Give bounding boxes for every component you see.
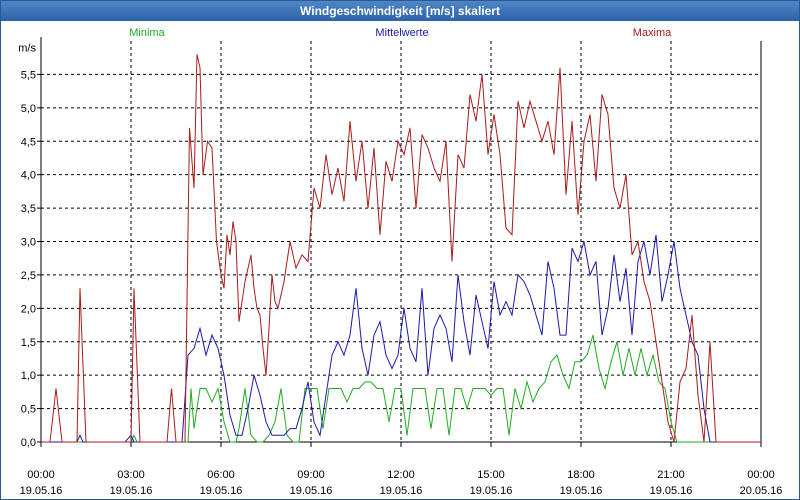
x-tick-time: 00:00	[747, 469, 775, 481]
x-tick-date: 19.05.16	[560, 485, 603, 497]
y-tick-label: 0,0	[21, 437, 36, 449]
y-tick-label: 3,5	[21, 203, 36, 215]
x-tick-date: 19.05.16	[110, 485, 153, 497]
x-tick-time: 03:00	[117, 469, 145, 481]
x-tick-time: 09:00	[297, 469, 325, 481]
x-tick-time: 00:00	[27, 469, 55, 481]
x-tick-date: 19.05.16	[20, 485, 63, 497]
axes: 0,0 0,5 1,0 1,5 2,0 2,5 3,0 3,5 4,0 4,5 5,0 5,5 m/s 0…	[18, 37, 782, 497]
y-tick-label: 1,5	[21, 337, 36, 349]
x-tick-date: 20.05.16	[740, 485, 783, 497]
window-title: Windgeschwindigkeit [m/s] skaliert	[1, 1, 799, 21]
y-tick-label: 5,0	[21, 103, 36, 115]
y-tick-label: 3,0	[21, 237, 36, 249]
legend: Minima Mittelwerte Maxima	[129, 27, 672, 39]
y-tick-label: 0,5	[21, 404, 36, 416]
x-tick-date: 19.05.16	[470, 485, 513, 497]
x-tick-time: 12:00	[387, 469, 415, 481]
chart-window: Windgeschwindigkeit [m/s] skaliert 0,0 0,…	[0, 0, 800, 500]
x-tick-time: 15:00	[477, 469, 505, 481]
y-axis-label: m/s	[18, 43, 36, 55]
x-tick-date: 19.05.16	[290, 485, 333, 497]
legend-label-mittelwerte: Mittelwerte	[375, 27, 428, 39]
y-tick-label: 2,0	[21, 303, 36, 315]
x-tick-date: 19.05.16	[650, 485, 693, 497]
legend-label-maxima: Maxima	[633, 27, 672, 39]
x-tick-time: 06:00	[207, 469, 235, 481]
grid	[41, 41, 761, 442]
x-tick-date: 19.05.16	[200, 485, 243, 497]
wind-speed-chart: 0,0 0,5 1,0 1,5 2,0 2,5 3,0 3,5 4,0 4,5 5,0 5,5 m/s 0…	[18, 27, 782, 497]
x-tick-time: 21:00	[657, 469, 685, 481]
y-tick-label: 1,0	[21, 370, 36, 382]
y-tick-label: 2,5	[21, 270, 36, 282]
y-tick-label: 4,5	[21, 136, 36, 148]
x-tick-date: 19.05.16	[380, 485, 423, 497]
y-tick-label: 5,5	[21, 69, 36, 81]
x-tick-time: 18:00	[567, 469, 595, 481]
y-tick-label: 4,0	[21, 170, 36, 182]
legend-label-minima: Minima	[129, 27, 165, 39]
